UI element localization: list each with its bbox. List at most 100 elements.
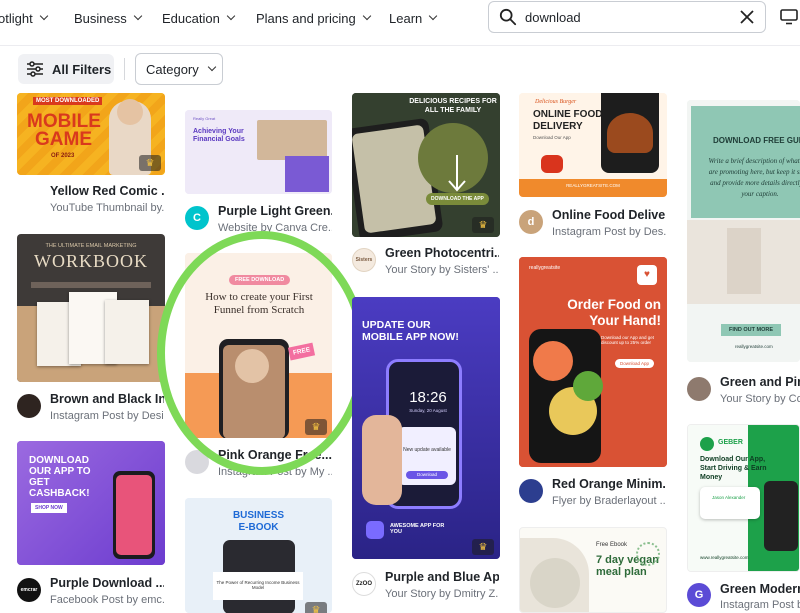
thumb-text: reallygreatsite: [529, 265, 561, 271]
thumb-decoration: [519, 179, 667, 197]
nav-spotlight[interactable]: otlight: [0, 10, 48, 26]
template-title[interactable]: Pink Orange Free...: [218, 448, 332, 462]
avatar-text: G: [694, 589, 704, 601]
photo-image: [235, 349, 269, 383]
thumb-button: SHOP NOW: [31, 503, 67, 513]
nav-learn[interactable]: Learn: [389, 10, 438, 26]
thumb-text: BUSINESS: [232, 510, 285, 521]
thumb-text: Really Great: [193, 116, 216, 121]
avatar[interactable]: [185, 450, 209, 474]
brand-logo-icon: [700, 437, 714, 451]
search-icon: [499, 8, 517, 26]
premium-crown-icon: ♛: [305, 602, 327, 613]
template-author[interactable]: Flyer by Braderlayout ...: [552, 495, 666, 507]
person-image: [117, 99, 143, 125]
template-thumbnail[interactable]: Delicious Burger ONLINE FOOD DELIVERY Do…: [519, 93, 667, 197]
thumb-text: New update available: [403, 447, 451, 453]
clear-search-icon[interactable]: [739, 9, 755, 25]
avatar[interactable]: S: [17, 186, 41, 210]
template-title[interactable]: Purple and Blue Ap...: [385, 570, 499, 584]
food-image: [533, 341, 573, 381]
photo-image: [727, 228, 761, 294]
thumb-text: MOST DOWNLOADED: [33, 97, 103, 105]
template-author[interactable]: Website by Canva Cre...: [218, 222, 332, 234]
avatar[interactable]: ZzOO: [352, 572, 376, 596]
chevron-down-icon: [429, 11, 438, 21]
thumb-text: Download Our App: [533, 135, 571, 140]
nav-business[interactable]: Business: [74, 10, 142, 26]
thumb-button: DOWNLOAD THE APP: [426, 193, 489, 205]
template-thumbnail[interactable]: FREE DOWNLOAD How to create your First F…: [185, 253, 332, 438]
category-dropdown[interactable]: Category: [135, 53, 223, 85]
avatar-text: ZzOO: [356, 581, 372, 587]
template-thumbnail[interactable]: DOWNLOAD OUR APP TO GET CASHBACK! SHOP N…: [17, 441, 165, 565]
template-thumbnail[interactable]: GEBER Download Our App, Start Driving & …: [687, 424, 800, 572]
premium-crown-icon: ♛: [472, 539, 494, 555]
book-page: [105, 300, 149, 364]
thumb-text: WORKBOOK: [34, 251, 148, 271]
template-title[interactable]: Purple Light Green...: [218, 204, 332, 218]
food-image: [530, 558, 580, 608]
thumb-text: DOWNLOAD FREE GUIDE: [713, 136, 800, 145]
food-image: [573, 371, 603, 401]
template-thumbnail[interactable]: Really Great Achieving Your Financial Go…: [185, 110, 332, 194]
template-thumbnail[interactable]: MOST DOWNLOADED MOBILE GAME OF 2023 ♛: [17, 93, 165, 175]
nav-learn-label: Learn: [389, 10, 423, 26]
template-author[interactable]: Facebook Post by emc...: [50, 594, 164, 606]
category-label: Category: [146, 61, 199, 77]
thumb-text: Download our App and get discount up to …: [601, 335, 655, 345]
avatar[interactable]: C: [185, 206, 209, 230]
avatar[interactable]: [519, 479, 543, 503]
avatar[interactable]: Sisters: [352, 248, 376, 272]
thumb-badge: FREE DOWNLOAD: [229, 275, 291, 285]
avatar-text: emcrar: [20, 587, 38, 593]
template-title[interactable]: Green and Pink: [720, 375, 800, 389]
top-navigation: otlight Business Education Plans and pri…: [0, 0, 800, 46]
template-thumbnail[interactable]: Free Ebook 7 day vegan meal plan: [519, 527, 667, 613]
template-author[interactable]: Instagram Post by Des...: [552, 226, 666, 238]
nav-plans[interactable]: Plans and pricing: [256, 10, 371, 26]
template-author[interactable]: Your Story by Co: [720, 393, 800, 405]
avatar-text: d: [527, 216, 535, 228]
thumb-text: OF 2023: [51, 153, 75, 159]
avatar[interactable]: G: [687, 583, 711, 607]
avatar[interactable]: [17, 394, 41, 418]
thumb-text: reallygreatsite.com: [735, 344, 773, 349]
template-author[interactable]: Instagram Post by: [720, 599, 800, 611]
thumb-text: Free Ebook: [596, 542, 628, 548]
template-author[interactable]: Your Story by Dmitry Z...: [385, 588, 499, 600]
thumb-text: Delicious Burger: [535, 99, 577, 105]
template-author[interactable]: YouTube Thumbnail by...: [50, 202, 164, 214]
template-thumbnail[interactable]: UPDATE OUR MOBILE APP NOW! 18:26 Sunday,…: [352, 297, 500, 559]
template-title[interactable]: Purple Download ...: [50, 576, 164, 590]
template-author[interactable]: Instagram Post by My ...: [218, 466, 332, 478]
template-title[interactable]: Green Modern: [720, 582, 800, 596]
desktop-icon[interactable]: [780, 9, 798, 25]
avatar[interactable]: [687, 377, 711, 401]
thumb-text: Jason Alexander: [712, 495, 746, 500]
thumb-text: REALLYGREATSITE.COM: [566, 183, 620, 188]
nav-business-label: Business: [74, 10, 127, 26]
template-thumbnail[interactable]: reallygreatsite ♥ Order Food on Your Han…: [519, 257, 667, 467]
search-input[interactable]: [525, 9, 725, 25]
thumb-text: GAME: [35, 129, 92, 150]
avatar[interactable]: emcrar: [17, 578, 41, 602]
all-filters-button[interactable]: All Filters: [18, 54, 114, 84]
template-author[interactable]: Your Story by Sisters' ...: [385, 264, 499, 276]
template-title[interactable]: Green Photocentri...: [385, 246, 499, 260]
template-author[interactable]: Instagram Post by Desi...: [50, 410, 164, 422]
template-thumbnail[interactable]: THE ULTIMATE EMAIL MARKETING WORKBOOK: [17, 234, 165, 382]
thumb-text: DOWNLOAD OUR APP TO GET CASHBACK!: [29, 455, 91, 499]
template-title[interactable]: Brown and Black In...: [50, 392, 164, 406]
avatar[interactable]: d: [519, 210, 543, 234]
nav-education[interactable]: Education: [162, 10, 236, 26]
template-thumbnail[interactable]: DELICIOUS RECIPES FOR ALL THE FAMILY DOW…: [352, 93, 500, 237]
template-title[interactable]: Online Food Delive...: [552, 208, 666, 222]
template-thumbnail[interactable]: BUSINESS E-BOOK The Power of Recurring I…: [185, 498, 332, 613]
template-thumbnail[interactable]: DOWNLOAD FREE GUIDE Write a brief descri…: [687, 100, 800, 362]
template-title[interactable]: Yellow Red Comic ...: [50, 184, 164, 198]
template-title[interactable]: Red Orange Minim...: [552, 477, 666, 491]
heart-icon: ♥: [637, 265, 657, 285]
hand-image: [362, 415, 402, 505]
chevron-down-icon: [133, 11, 142, 21]
